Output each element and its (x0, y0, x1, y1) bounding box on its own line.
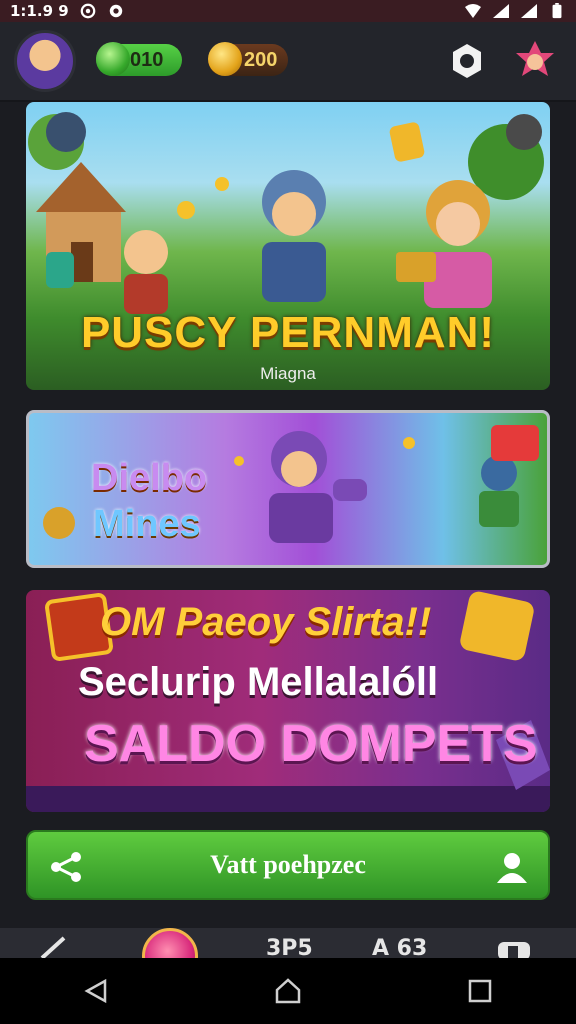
back-triangle-icon (84, 978, 107, 1004)
main-action-label: Vatt poehpzec (210, 850, 366, 879)
coins-value: 200 (244, 48, 278, 71)
recents-square-icon (468, 979, 492, 1003)
notification-icon (80, 3, 96, 19)
recents-button[interactable] (460, 971, 500, 1011)
promo-title-line1: OM Paeoy Slirta!! (100, 600, 432, 644)
top-bar: 010 200 (0, 22, 576, 102)
settings-gear-icon[interactable] (448, 42, 486, 80)
nav-item-4[interactable]: A 63 (372, 936, 427, 958)
signal-icon-2 (521, 4, 537, 18)
back-button[interactable] (76, 971, 116, 1011)
nav-center-play-icon[interactable] (142, 928, 198, 958)
diablo-mines-banner[interactable]: Dielbo Mines (26, 410, 550, 568)
promo-title-line3: SALDO DOMPETS (84, 715, 538, 773)
main-action-button[interactable]: Vatt poehpzec (26, 830, 550, 900)
nav-item-3[interactable]: 3P5 (266, 936, 313, 958)
diablo-title-line2: Mines (93, 503, 201, 545)
hero-profile-icon[interactable] (512, 38, 558, 84)
wifi-icon (465, 4, 481, 18)
gems-counter[interactable]: 010 (96, 42, 182, 76)
coins-counter[interactable]: 200 (208, 42, 288, 76)
featured-game-banner[interactable]: PUSCY PERNMAN! Miagna (26, 102, 550, 390)
app-status-icon (109, 4, 122, 18)
nav-shop-icon[interactable] (496, 936, 532, 958)
banner-title: PUSCY PERNMAN! (80, 308, 496, 357)
clock: 1:1.9 9 (10, 2, 69, 20)
status-bar: 1:1.9 9 (0, 0, 576, 22)
player-avatar[interactable] (14, 30, 76, 92)
home-icon (275, 978, 301, 1004)
diablo-title-line1: Dielbo (91, 457, 208, 499)
gems-value: 010 (130, 48, 164, 71)
banner-subtitle: Miagna (260, 364, 316, 383)
game-menu: PUSCY PERNMAN! Miagna Dielbo Mines OM Pa… (0, 102, 576, 928)
promo-banner[interactable]: OM Paeoy Slirta!! Seclurip Mellalalóll S… (26, 590, 550, 812)
home-button[interactable] (268, 971, 308, 1011)
bottom-navigation: 3P5 A 63 (0, 928, 576, 958)
nav-swords-icon[interactable] (38, 936, 70, 958)
user-icon[interactable] (494, 849, 530, 885)
signal-icon (493, 4, 509, 18)
promo-title-line2: Seclurip Mellalalóll (78, 660, 439, 704)
system-navigation-bar (0, 958, 576, 1024)
coin-icon (208, 42, 242, 76)
battery-icon (552, 3, 562, 19)
gem-icon (96, 42, 130, 76)
